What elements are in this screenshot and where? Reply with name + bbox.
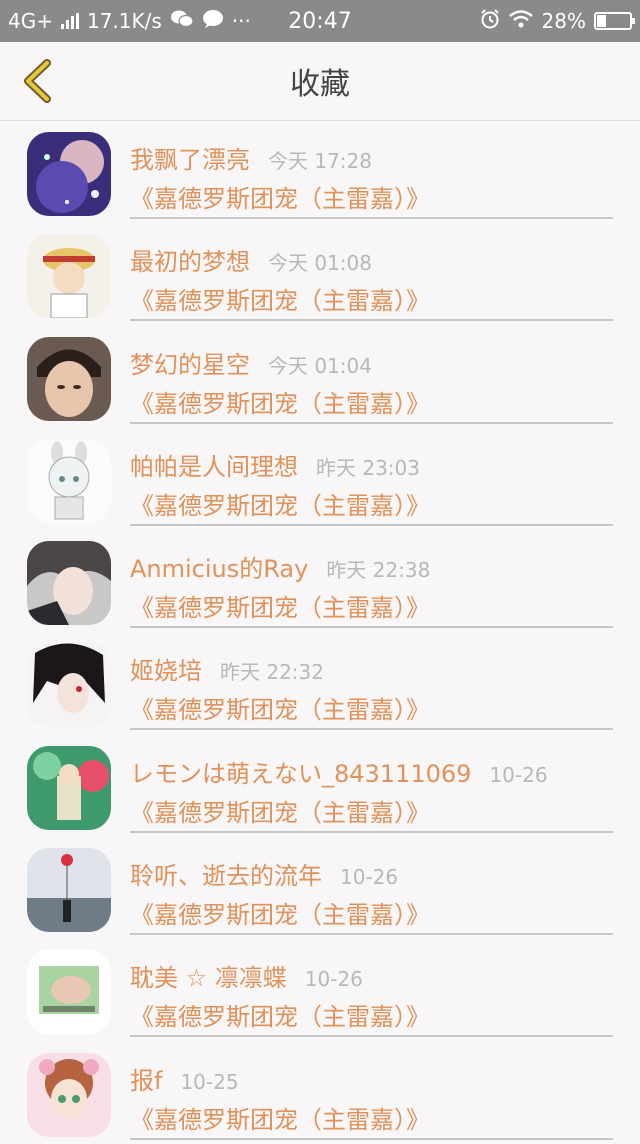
network-speed: 17.1K/s [86,9,162,33]
item-header: 最初的梦想 今天 01:08 [130,242,372,277]
avatar[interactable] [27,1052,111,1137]
item-header: Anmicius的Ray 昨天 22:38 [130,549,430,584]
list-item[interactable]: 耽美 ☆ 凛凛蝶 10-26 《嘉德罗斯团宠（主雷嘉）》 [0,939,640,1041]
divider [130,933,613,936]
avatar[interactable] [27,438,111,523]
timestamp: 昨天 22:32 [220,660,324,685]
item-header: 报f 10-25 [130,1061,239,1096]
item-header: 我飘了漂亮 今天 17:28 [130,140,372,175]
header: 收藏 [0,42,640,121]
divider [130,830,613,833]
user-name[interactable]: Anmicius的Ray [130,549,308,584]
divider [130,421,613,424]
divider [130,626,613,629]
timestamp: 今天 17:28 [268,149,372,173]
divider [130,319,613,322]
avatar[interactable] [27,234,111,319]
timestamp: 今天 01:08 [268,251,372,276]
list-item[interactable]: 帕帕是人间理想 昨天 23:03 《嘉德罗斯团宠（主雷嘉）》 [0,428,640,530]
user-name[interactable]: 姬娆培 [130,651,202,686]
timestamp: 昨天 23:03 [316,455,420,480]
list-item[interactable]: 报f 10-25 《嘉德罗斯团宠（主雷嘉）》 [0,1042,640,1144]
item-header: 耽美 ☆ 凛凛蝶 10-26 [130,958,363,993]
timestamp: 今天 01:04 [268,353,372,378]
user-name[interactable]: 最初的梦想 [130,242,250,277]
network-type: 4G+ [8,9,53,33]
story-title[interactable]: 《嘉德罗斯团宠（主雷嘉）》 [130,895,430,930]
avatar[interactable] [27,848,111,933]
avatar[interactable] [27,541,111,626]
list-item[interactable]: 姬娆培 昨天 22:32 《嘉德罗斯团宠（主雷嘉）》 [0,632,640,734]
message-icon [202,9,224,34]
item-header: レモンは萌えない_843111069 10-26 [130,754,548,789]
story-title[interactable]: 《嘉德罗斯团宠（主雷嘉）》 [130,486,430,521]
list-item[interactable]: レモンは萌えない_843111069 10-26 《嘉德罗斯团宠（主雷嘉）》 [0,735,640,837]
timestamp: 10-25 [180,1069,239,1094]
avatar[interactable] [27,336,111,421]
story-title[interactable]: 《嘉德罗斯团宠（主雷嘉）》 [130,1100,430,1135]
favorites-list: 我飘了漂亮 今天 17:28 《嘉德罗斯团宠（主雷嘉）》 最初的梦想 今天 01… [0,121,640,1144]
alarm-icon [480,8,500,34]
back-button[interactable] [10,54,64,108]
avatar[interactable] [27,745,111,830]
list-item[interactable]: 我飘了漂亮 今天 17:28 《嘉德罗斯团宠（主雷嘉）》 [0,121,640,223]
user-name[interactable]: レモンは萌えない_843111069 [130,754,471,789]
avatar[interactable] [27,950,111,1035]
story-title[interactable]: 《嘉德罗斯团宠（主雷嘉）》 [130,179,430,214]
battery-icon [594,12,635,30]
item-header: 聆听、逝去的流年 10-26 [130,856,398,891]
user-name[interactable]: 帕帕是人间理想 [130,447,298,482]
list-item[interactable]: 最初的梦想 今天 01:08 《嘉德罗斯团宠（主雷嘉）》 [0,223,640,325]
timestamp: 昨天 22:38 [326,558,431,583]
list-item[interactable]: Anmicius的Ray 昨天 22:38 《嘉德罗斯团宠（主雷嘉）》 [0,530,640,632]
page-title: 收藏 [290,67,350,102]
avatar[interactable] [27,132,111,216]
user-name[interactable]: 我飘了漂亮 [130,140,250,175]
item-header: 姬娆培 昨天 22:32 [130,651,324,686]
item-header: 帕帕是人间理想 昨天 23:03 [130,447,420,482]
item-header: 梦幻的星空 今天 01:04 [130,345,372,380]
wifi-icon [508,9,534,34]
timestamp: 10-26 [489,762,548,787]
signal-icon [60,13,79,29]
wechat-icon [170,9,194,34]
story-title[interactable]: 《嘉德罗斯团宠（主雷嘉）》 [130,588,430,623]
chevron-left-icon [24,59,51,103]
divider [130,523,613,526]
divider [130,1035,613,1038]
timestamp: 10-26 [340,865,399,890]
more-dots: ··· [231,9,251,33]
story-title[interactable]: 《嘉德罗斯团宠（主雷嘉）》 [130,384,430,419]
user-name[interactable]: 聆听、逝去的流年 [130,856,322,891]
story-title[interactable]: 《嘉德罗斯团宠（主雷嘉）》 [130,281,430,316]
divider [130,728,613,731]
list-item[interactable]: 梦幻的星空 今天 01:04 《嘉德罗斯团宠（主雷嘉）》 [0,326,640,428]
avatar[interactable] [27,643,111,728]
user-name[interactable]: 耽美 ☆ 凛凛蝶 [130,958,287,993]
list-item[interactable]: 聆听、逝去的流年 10-26 《嘉德罗斯团宠（主雷嘉）》 [0,837,640,939]
divider [130,217,613,219]
user-name[interactable]: 梦幻的星空 [130,345,250,380]
status-time: 20:47 [288,8,352,34]
story-title[interactable]: 《嘉德罗斯团宠（主雷嘉）》 [130,690,430,725]
story-title[interactable]: 《嘉德罗斯团宠（主雷嘉）》 [130,997,430,1032]
battery-percent: 28% [541,9,586,33]
timestamp: 10-26 [304,967,363,992]
status-bar: 4G+ 17.1K/s ··· 20:47 28% [0,0,640,42]
status-right: 28% [480,8,635,34]
status-left: 4G+ 17.1K/s ··· [8,9,251,34]
user-name[interactable]: 报f [130,1061,162,1096]
story-title[interactable]: 《嘉德罗斯团宠（主雷嘉）》 [130,793,430,828]
